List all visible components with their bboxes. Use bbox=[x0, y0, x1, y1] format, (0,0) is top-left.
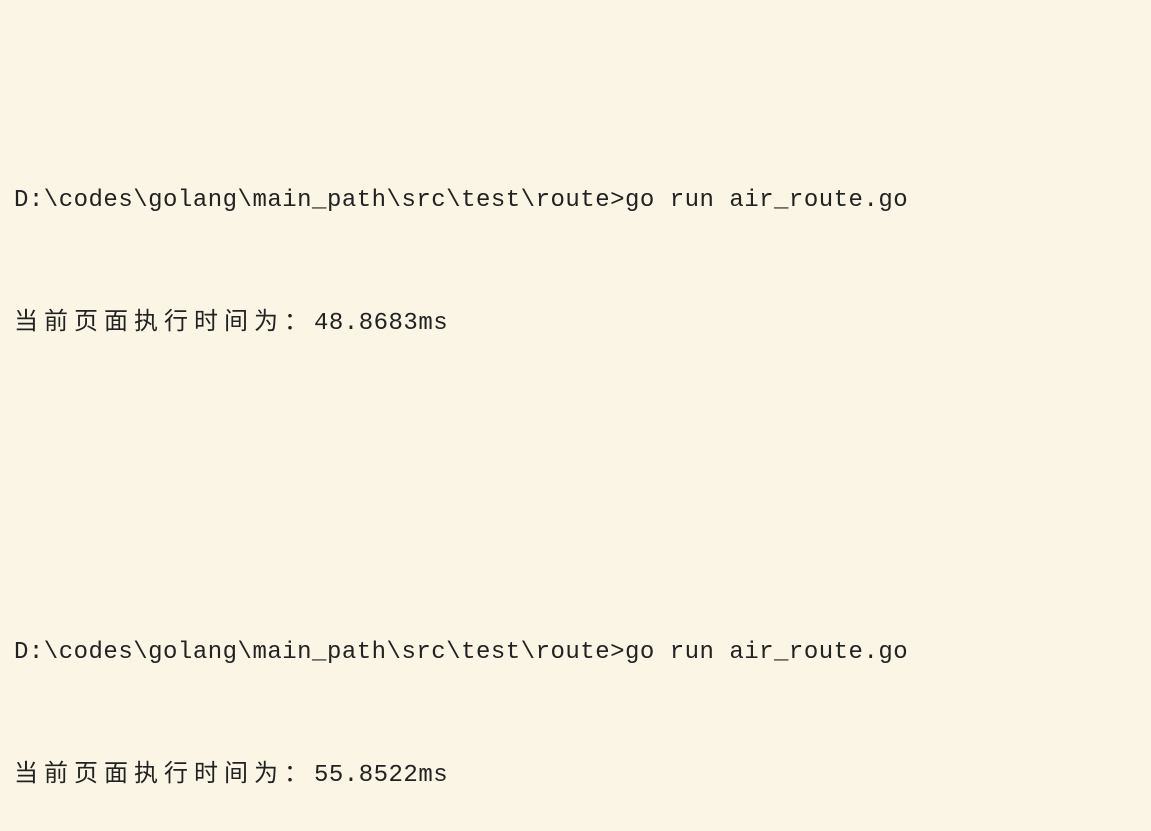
prompt-line: D:\codes\golang\main_path\src\test\route… bbox=[14, 181, 1137, 222]
output-duration: 48.8683ms bbox=[314, 310, 448, 337]
output-line: 当前页面执行时间为：48.8683ms bbox=[14, 304, 1137, 345]
prompt-path: D:\codes\golang\main_path\src\test\route… bbox=[14, 187, 625, 214]
output-prefix: 当前页面执行时间为： bbox=[14, 762, 314, 789]
output-line: 当前页面执行时间为：55.8522ms bbox=[14, 756, 1137, 797]
output-duration: 55.8522ms bbox=[314, 762, 448, 789]
run-block: D:\codes\golang\main_path\src\test\route… bbox=[14, 100, 1137, 426]
prompt-line: D:\codes\golang\main_path\src\test\route… bbox=[14, 633, 1137, 674]
run-block: D:\codes\golang\main_path\src\test\route… bbox=[14, 552, 1137, 831]
terminal-output[interactable]: D:\codes\golang\main_path\src\test\route… bbox=[0, 0, 1151, 831]
command-text: go run air_route.go bbox=[625, 639, 908, 666]
command-text: go run air_route.go bbox=[625, 187, 908, 214]
prompt-path: D:\codes\golang\main_path\src\test\route… bbox=[14, 639, 625, 666]
output-prefix: 当前页面执行时间为： bbox=[14, 310, 314, 337]
